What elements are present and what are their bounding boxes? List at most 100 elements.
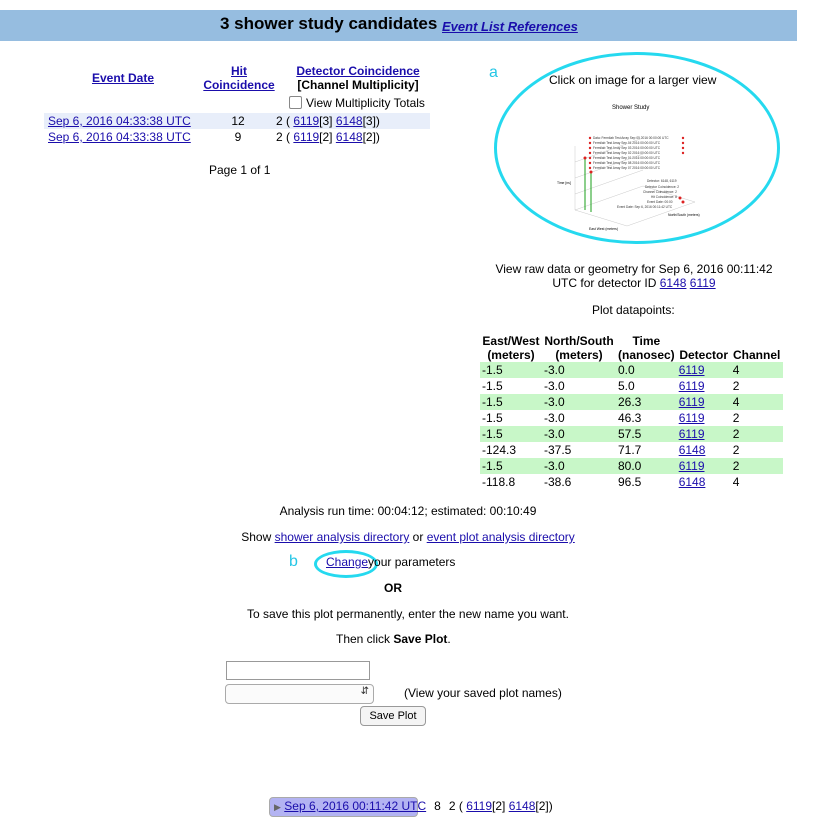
period: .	[447, 632, 451, 646]
table-row: -1.5 -3.0 80.0 6119 2	[480, 458, 783, 474]
event-date-link[interactable]: Sep 6, 2016 00:11:42 UTC	[284, 799, 426, 813]
detector-cell: 6119	[676, 426, 731, 442]
detector-coincidence-header: Detector Coincidence [Channel Multiplici…	[290, 64, 426, 92]
event-list-references-link[interactable]: Event List References	[442, 19, 578, 34]
detector-cell: 6148	[677, 474, 731, 490]
channel-cell: 2	[732, 411, 740, 425]
detector-coincidence-sort-link[interactable]: Detector Coincidence	[296, 64, 419, 78]
north-south-cell: -37.5	[544, 443, 572, 457]
detector-link[interactable]: 6148	[679, 443, 706, 457]
col-detector: Detector	[679, 348, 729, 362]
save-plot-button[interactable]: Save Plot	[360, 706, 426, 726]
detector-cell: 6119	[676, 458, 731, 474]
table-row[interactable]: ▶ Sep 6, 2016 00:11:42 UTC 8 2 ( 6119[2]…	[269, 797, 553, 817]
table-row: -1.5 -3.0 5.0 6119 2	[480, 378, 783, 394]
detector-cell: 6119	[677, 410, 731, 426]
channel-multiplicity-label: [Channel Multiplicity]	[297, 78, 419, 92]
svg-text:Detector Coincidence: 2: Detector Coincidence: 2	[645, 185, 679, 189]
time-cell: 0.0	[616, 362, 677, 378]
raw-data-line1: View raw data or geometry for Sep 6, 201…	[495, 262, 773, 276]
east-west-cell: -124.3	[482, 443, 517, 457]
north-south-cell: -3.0	[542, 362, 616, 378]
table-row: -1.5 -3.0 46.3 6119 2	[480, 410, 783, 426]
time-cell: 57.5	[616, 426, 677, 442]
east-west-cell: -1.5	[480, 458, 542, 474]
view-saved-plot-names: (View your saved plot names)	[404, 686, 562, 700]
detector-coincidence-cell: 2 ( 6119[2] 6148[2])	[445, 798, 557, 814]
table-row[interactable]: Sep 6, 2016 04:33:38 UTC 12 2 ( 6119[3] …	[44, 113, 430, 129]
det-prefix: 2 (	[276, 114, 291, 128]
svg-text:Fermilab Test Array Sep 03 201: Fermilab Test Array Sep 03 2016 00:00:00…	[593, 146, 661, 150]
view-multiplicity-checkbox[interactable]	[289, 96, 302, 109]
time-cell: 80.0	[616, 458, 677, 474]
svg-text:Event Date: Sep 6, 2016 00:11:: Event Date: Sep 6, 2016 00:11:42 UTC	[617, 205, 673, 209]
detector-link[interactable]: 6119	[293, 130, 319, 144]
table-row[interactable]: Sep 6, 2016 04:33:38 UTC 9 2 ( 6119[2] 6…	[44, 129, 430, 145]
select-chevron-icon: ⇵	[360, 686, 369, 697]
or-word: or	[412, 530, 424, 544]
pagination-text: Page 1 of 1	[209, 163, 271, 177]
det-mult: [2])	[535, 799, 553, 813]
event-date-header[interactable]: Event Date	[86, 71, 160, 85]
detector-coincidence-cell: 2 ( 6119[2] 6148[2])	[272, 129, 430, 145]
detector-coincidence-cell: 2 ( 6119[3] 6148[3])	[272, 113, 430, 129]
show-prefix: Show	[241, 530, 272, 544]
table-row: -124.3 -37.5 71.7 6148 2	[480, 442, 783, 458]
detector-link[interactable]: 6148	[336, 130, 363, 144]
hit-coincidence-sort-link[interactable]: Hit Coincidence	[203, 64, 274, 92]
hit-count: 12	[231, 114, 245, 128]
detector-link[interactable]: 6148	[679, 475, 706, 489]
svg-text:Fermilab Test Array Sep 08 201: Fermilab Test Array Sep 08 2016 00:00:00…	[593, 161, 661, 165]
table-row: -1.5 -3.0 26.3 6119 4	[480, 394, 783, 410]
raw-data-detector-link[interactable]: 6148	[660, 276, 687, 290]
then-click-line: Then click Save Plot.	[336, 632, 451, 646]
det-mult: [3]	[319, 114, 333, 128]
event-date-sort-link[interactable]: Event Date	[92, 71, 154, 85]
event-date-link[interactable]: Sep 6, 2016 04:33:38 UTC	[48, 114, 191, 128]
hit-coincidence-header[interactable]: Hit Coincidence	[200, 64, 278, 92]
north-south-cell: -3.0	[542, 458, 616, 474]
raw-data-detector-link[interactable]: 6119	[690, 276, 716, 290]
time-cell: 71.7	[618, 443, 642, 457]
detector-link[interactable]: 6119	[466, 799, 492, 813]
svg-text:Detector: 6148, 6119: Detector: 6148, 6119	[647, 179, 677, 183]
detector-link[interactable]: 6119	[679, 363, 705, 377]
detector-link[interactable]: 6119	[679, 411, 705, 425]
detector-link[interactable]: 6148	[509, 799, 536, 813]
page-title: 3 shower study candidates	[220, 14, 438, 33]
table-row: -1.5 -3.0 0.0 6119 4	[480, 362, 783, 378]
plot-axis-x-label: East West (meters)	[589, 227, 618, 231]
event-plot-analysis-directory-link[interactable]: event plot analysis directory	[427, 530, 575, 544]
table-row: -118.8 -38.6 96.5 6148 4	[480, 474, 783, 490]
plot-title: Shower Study	[612, 105, 649, 111]
raw-data-line2: UTC for detector ID	[552, 276, 657, 290]
shower-analysis-directory-link[interactable]: shower analysis directory	[275, 530, 410, 544]
east-west-cell: -118.8	[482, 475, 516, 489]
channel-cell: 2	[732, 379, 740, 393]
saved-plots-select[interactable]: ⇵	[225, 684, 374, 704]
det-prefix: 2 (	[276, 130, 291, 144]
east-west-cell: -1.5	[480, 394, 542, 410]
channel-cell: 2	[730, 426, 783, 442]
detector-link[interactable]: 6119	[679, 379, 705, 393]
save-instructions: To save this plot permanently, enter the…	[247, 607, 569, 621]
shower-study-plot-thumbnail[interactable]: Shower Study Data: Fermilab Test Array S…	[555, 98, 705, 236]
col-north-south: North/South (meters)	[544, 334, 614, 362]
north-south-cell: -3.0	[542, 394, 616, 410]
view-multiplicity-toggle[interactable]: View Multiplicity Totals	[289, 96, 425, 110]
raw-data-text: View raw data or geometry for Sep 6, 201…	[488, 262, 780, 290]
detector-link[interactable]: 6148	[336, 114, 363, 128]
detector-link[interactable]: 6119	[679, 459, 705, 473]
or-separator: OR	[384, 581, 402, 595]
detector-link[interactable]: 6119	[679, 395, 705, 409]
plot-name-input[interactable]	[226, 661, 370, 680]
save-plot-bold: Save Plot	[393, 632, 448, 646]
detector-link[interactable]: 6119	[293, 114, 319, 128]
detector-link[interactable]: 6119	[679, 427, 705, 441]
event-date-link[interactable]: Sep 6, 2016 04:33:38 UTC	[48, 130, 191, 144]
change-parameters-link[interactable]: Change	[326, 555, 368, 569]
hit-header-line2: Coincidence	[203, 78, 275, 92]
plot-datapoints-table: East/West (meters) North/South (meters) …	[480, 332, 783, 490]
events-table: ▶ Sep 6, 2016 00:11:42 UTC 8 2 ( 6119[2]…	[44, 113, 553, 817]
north-south-cell: -38.6	[544, 475, 572, 489]
